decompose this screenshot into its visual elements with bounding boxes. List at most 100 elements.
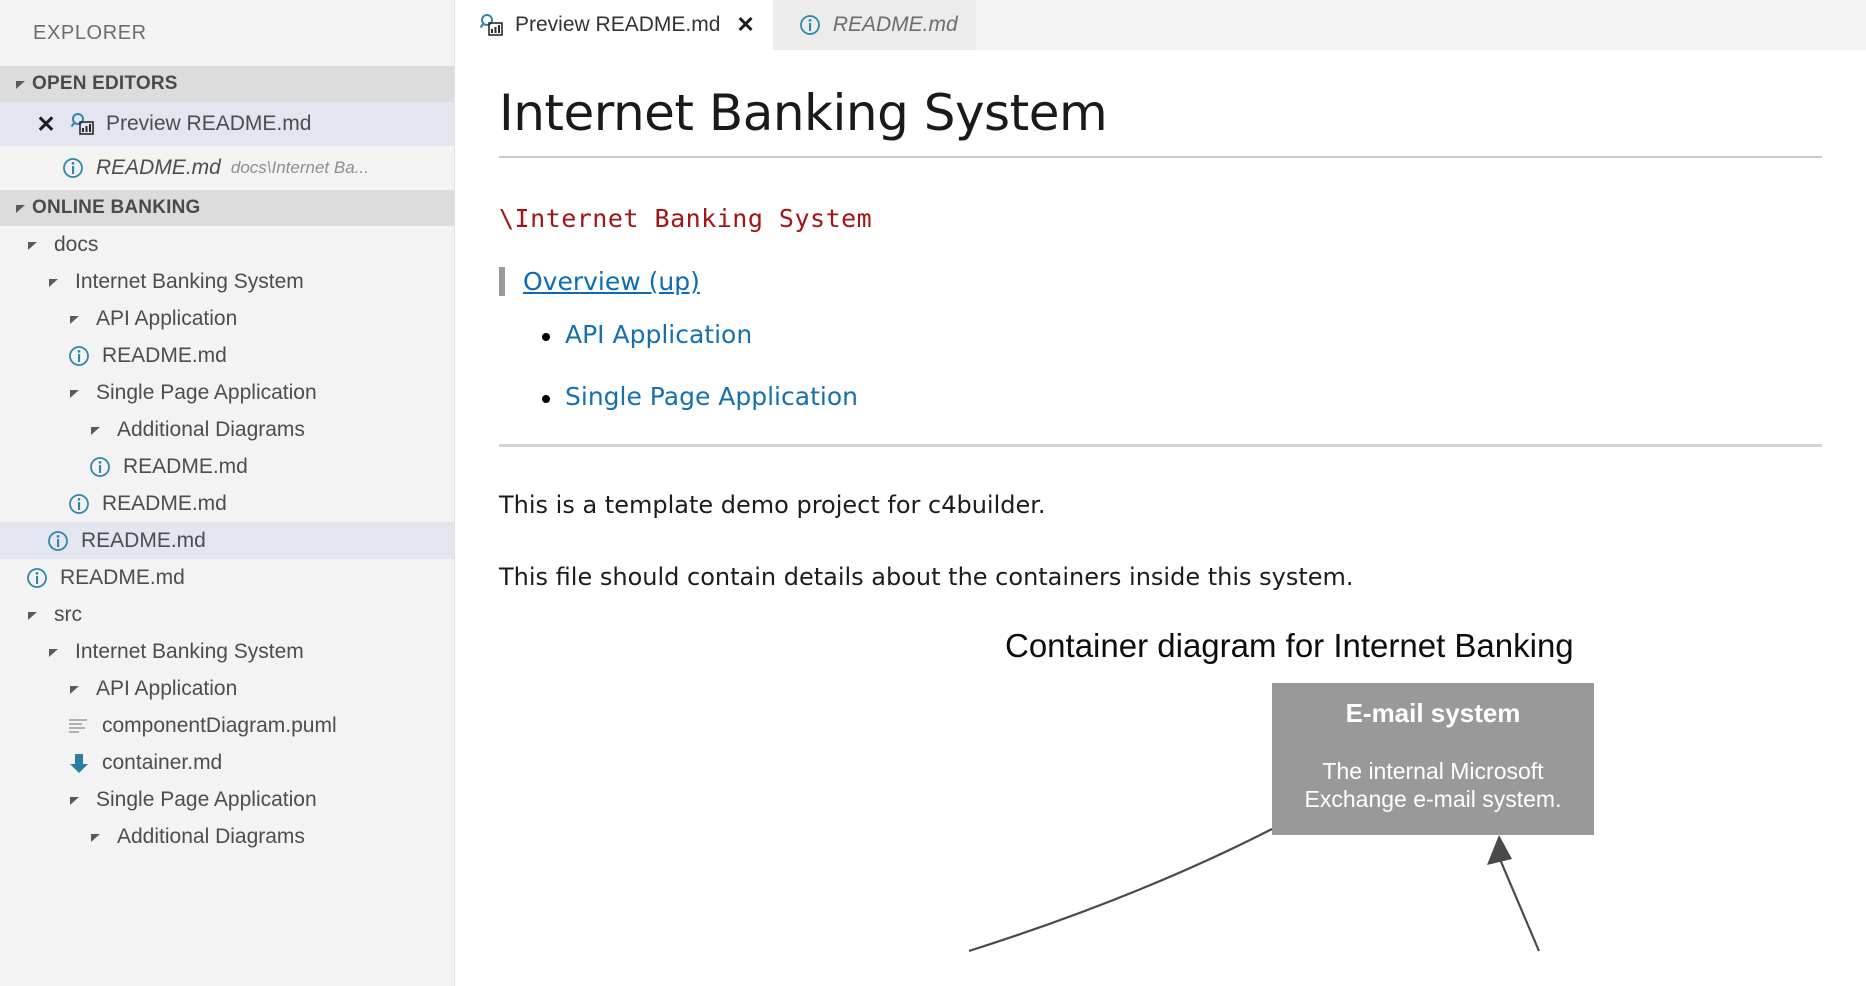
vscode-window: EXPLORER OPEN EDITORS ✕ Preview README.m… xyxy=(0,0,1866,986)
tree-item-label: Internet Banking System xyxy=(75,270,304,293)
tree-item-readme-md[interactable]: README.md xyxy=(0,448,454,485)
tree-item-readme-md[interactable]: README.md xyxy=(0,522,454,559)
tree-item-additional-diagrams[interactable]: Additional Diagrams xyxy=(0,411,454,448)
chevron-down-icon xyxy=(10,77,32,91)
close-icon[interactable]: ✕ xyxy=(736,14,754,36)
node-description: The internal Microsoft Exchange e-mail s… xyxy=(1272,757,1594,813)
diagram-title: Container diagram for Internet Banking xyxy=(1005,627,1574,664)
chevron-down-icon xyxy=(64,793,86,807)
tree-item-single-page-application[interactable]: Single Page Application xyxy=(0,374,454,411)
tree-item-componentdiagram-puml[interactable]: componentDiagram.puml xyxy=(0,707,454,744)
open-editor-readme[interactable]: README.md docs\Internet Ba... xyxy=(0,146,454,190)
info-icon xyxy=(795,12,825,38)
info-icon xyxy=(64,343,94,369)
tree-item-internet-banking-system[interactable]: Internet Banking System xyxy=(0,263,454,300)
info-icon xyxy=(43,528,73,554)
tree-item-label: container.md xyxy=(102,751,223,774)
close-icon[interactable]: ✕ xyxy=(34,112,58,136)
tree-item-label: Additional Diagrams xyxy=(117,418,305,441)
tree-item-api-application[interactable]: API Application xyxy=(0,300,454,337)
tree-item-api-application[interactable]: API Application xyxy=(0,670,454,707)
info-icon xyxy=(85,454,115,480)
file-tree: docs Internet Banking System API Applicati… xyxy=(0,226,454,855)
tree-item-additional-diagrams[interactable]: Additional Diagrams xyxy=(0,818,454,855)
list-item: Single Page Application xyxy=(542,382,1822,411)
page-title: Internet Banking System xyxy=(499,84,1822,158)
markdown-preview-pane: Internet Banking System \Internet Bankin… xyxy=(455,50,1866,986)
paragraph-intro: This is a template demo project for c4bu… xyxy=(499,491,1046,519)
inline-code: \Internet Banking System xyxy=(499,204,873,233)
tree-item-docs[interactable]: docs xyxy=(0,226,454,263)
lines-icon xyxy=(64,713,94,739)
tab-label: Preview README.md xyxy=(515,13,721,36)
tree-item-readme-md[interactable]: README.md xyxy=(0,559,454,596)
download-arrow-icon xyxy=(64,750,94,776)
open-editor-label: Preview README.md xyxy=(106,112,312,135)
tree-item-readme-md[interactable]: README.md xyxy=(0,337,454,374)
horizontal-rule xyxy=(499,444,1822,447)
tree-item-label: Single Page Application xyxy=(96,381,317,404)
chevron-down-icon xyxy=(43,645,65,659)
tree-item-label: Internet Banking System xyxy=(75,640,304,663)
editor-area: Preview README.md ✕ README.md Internet B… xyxy=(455,0,1866,986)
tree-item-label: componentDiagram.puml xyxy=(102,714,337,737)
overview-link[interactable]: Overview (up) xyxy=(523,267,700,296)
section-open-editors[interactable]: OPEN EDITORS xyxy=(0,66,454,102)
tree-item-readme-md[interactable]: README.md xyxy=(0,485,454,522)
tree-item-label: Single Page Application xyxy=(96,788,317,811)
tree-item-label: README.md xyxy=(102,344,227,367)
tree-item-label: API Application xyxy=(96,677,238,700)
explorer-sidebar: EXPLORER OPEN EDITORS ✕ Preview README.m… xyxy=(0,0,455,986)
info-icon xyxy=(58,155,88,181)
markdown-content: Internet Banking System \Internet Bankin… xyxy=(455,50,1866,953)
tab-preview-readme[interactable]: Preview README.md ✕ xyxy=(455,0,773,50)
open-editor-preview-readme[interactable]: ✕ Preview README.md xyxy=(0,102,454,146)
blockquote: Overview (up) xyxy=(499,267,1822,296)
chevron-down-icon xyxy=(10,201,32,215)
open-editor-label: README.md xyxy=(96,156,221,179)
node-description-line1: The internal Microsoft xyxy=(1322,757,1544,784)
diagram-connectors xyxy=(968,828,1541,953)
toc-link-api-application[interactable]: API Application xyxy=(565,320,752,349)
info-icon xyxy=(22,565,52,591)
table-of-contents: API Application Single Page Application xyxy=(499,320,1822,411)
chevron-down-icon xyxy=(22,238,44,252)
paragraph-detail: This file should contain details about t… xyxy=(499,563,1354,591)
chevron-down-icon xyxy=(22,608,44,622)
chevron-down-icon xyxy=(43,275,65,289)
chevron-down-icon xyxy=(85,423,107,437)
section-online-banking-label: ONLINE BANKING xyxy=(32,197,201,218)
explorer-title: EXPLORER xyxy=(33,22,147,44)
chevron-down-icon xyxy=(64,386,86,400)
preview-markdown-icon xyxy=(477,12,507,38)
open-editor-path: docs\Internet Ba... xyxy=(230,158,369,177)
node-description-line2: Exchange e-mail system. xyxy=(1304,785,1562,812)
tree-item-label: README.md xyxy=(81,529,206,552)
tree-item-label: README.md xyxy=(60,566,185,589)
chevron-down-icon xyxy=(64,312,86,326)
tree-item-label: docs xyxy=(54,233,99,256)
tree-item-container-md[interactable]: container.md xyxy=(0,744,454,781)
tree-item-src[interactable]: src xyxy=(0,596,454,633)
node-title: E-mail system xyxy=(1345,698,1521,728)
tree-item-label: README.md xyxy=(123,455,248,478)
preview-markdown-icon xyxy=(68,111,98,137)
tab-label: README.md xyxy=(832,13,958,36)
toc-link-single-page-application[interactable]: Single Page Application xyxy=(565,382,858,411)
tree-item-label: API Application xyxy=(96,307,238,330)
tree-item-single-page-application[interactable]: Single Page Application xyxy=(0,781,454,818)
tree-item-label: README.md xyxy=(102,492,227,515)
info-icon xyxy=(64,491,94,517)
editor-tab-bar: Preview README.md ✕ README.md xyxy=(455,0,1866,50)
list-item: API Application xyxy=(542,320,1822,349)
tree-item-internet-banking-system[interactable]: Internet Banking System xyxy=(0,633,454,670)
chevron-down-icon xyxy=(85,830,107,844)
tab-readme[interactable]: README.md xyxy=(772,0,976,50)
section-online-banking[interactable]: ONLINE BANKING xyxy=(0,190,454,226)
chevron-down-icon xyxy=(64,682,86,696)
container-diagram: Container diagram for Internet Banking E… xyxy=(499,621,1822,953)
tree-item-label: Additional Diagrams xyxy=(117,825,305,848)
diagram-node-email-system[interactable]: E-mail system The internal Microsoft Exc… xyxy=(1272,683,1594,835)
tree-item-label: src xyxy=(54,603,82,626)
section-open-editors-label: OPEN EDITORS xyxy=(32,73,178,94)
